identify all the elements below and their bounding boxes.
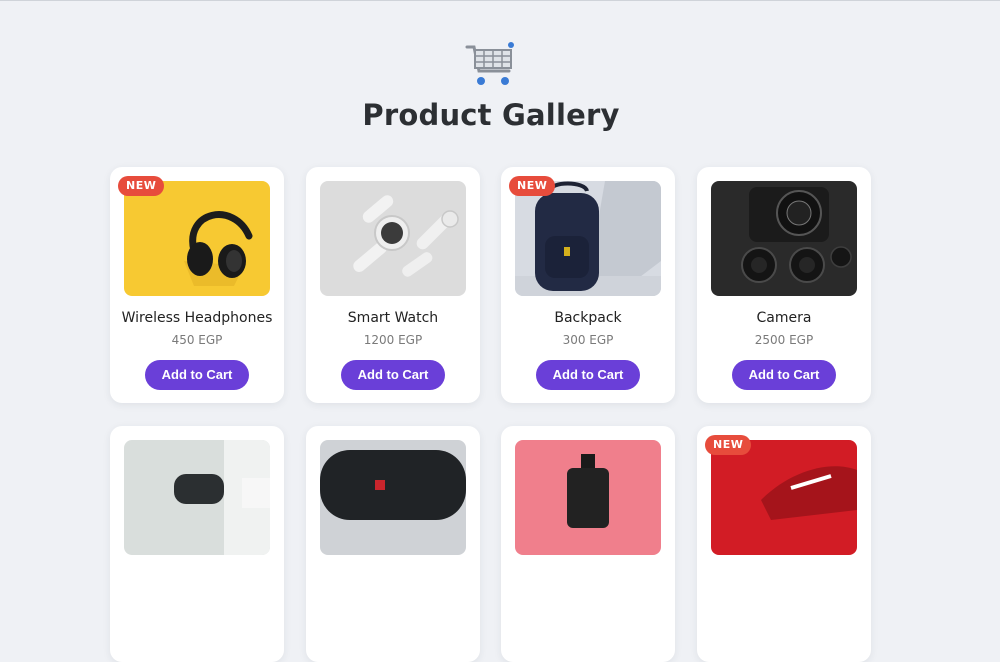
new-badge: NEW bbox=[118, 176, 165, 196]
new-badge: NEW bbox=[509, 176, 556, 196]
page-title: Product Gallery bbox=[362, 98, 620, 132]
product-price: 2500 EGP bbox=[754, 333, 814, 347]
product-card bbox=[110, 426, 284, 662]
product-card bbox=[501, 426, 675, 662]
product-image-camera[interactable] bbox=[711, 181, 857, 296]
add-to-cart-button[interactable]: Add to Cart bbox=[145, 360, 249, 390]
product-card: Smart Watch 1200 EGP Add to Cart bbox=[306, 167, 480, 403]
product-name: Wireless Headphones bbox=[121, 310, 273, 326]
product-price: 1200 EGP bbox=[363, 333, 423, 347]
shopping-cart-icon bbox=[465, 42, 514, 85]
product-price: 450 EGP bbox=[171, 333, 223, 347]
product-image-headphones[interactable] bbox=[124, 181, 270, 296]
product-card: NEW Backpack 300 EGP Add to Cart bbox=[501, 167, 675, 403]
product-price: 300 EGP bbox=[562, 333, 614, 347]
top-border bbox=[0, 0, 1000, 1]
add-to-cart-button[interactable]: Add to Cart bbox=[536, 360, 640, 390]
product-card: NEW bbox=[697, 426, 871, 662]
product-name: Smart Watch bbox=[347, 310, 439, 326]
new-badge: NEW bbox=[705, 435, 752, 455]
product-name: Backpack bbox=[554, 310, 622, 326]
product-card bbox=[306, 426, 480, 662]
product-card: Camera 2500 EGP Add to Cart bbox=[697, 167, 871, 403]
add-to-cart-button[interactable]: Add to Cart bbox=[341, 360, 445, 390]
product-name: Camera bbox=[756, 310, 812, 326]
add-to-cart-button[interactable]: Add to Cart bbox=[732, 360, 836, 390]
product-card: NEW Wireless Headphones 450 EGP Add to C… bbox=[110, 167, 284, 403]
product-image-smart-watch[interactable] bbox=[320, 181, 466, 296]
product-image-backpack[interactable] bbox=[515, 181, 661, 296]
